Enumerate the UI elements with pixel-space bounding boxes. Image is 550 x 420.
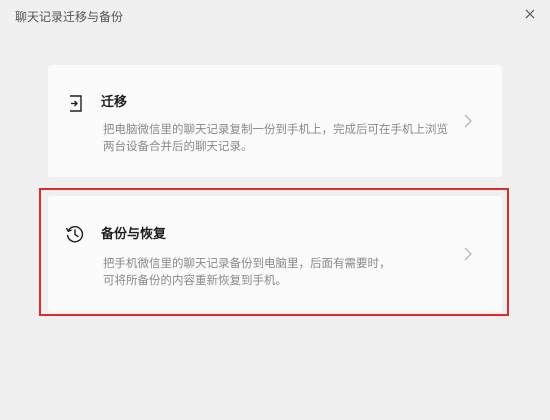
backup-restore-description: 把手机微信里的聊天记录备份到电脑里，后面有需要时， 可将所备份的内容重新恢复到手… [103,255,458,289]
backup-restore-description-line: 把手机微信里的聊天记录备份到电脑里，后面有需要时， [103,256,391,270]
close-icon [525,9,535,19]
backup-restore-description-line: 可将所备份的内容重新恢复到手机。 [103,273,287,287]
backup-restore-option[interactable]: 备份与恢复 把手机微信里的聊天记录备份到电脑里，后面有需要时， 可将所备份的内容… [48,196,502,312]
backup-restore-icon [64,223,86,245]
backup-restore-title: 备份与恢复 [101,227,167,242]
window-title: 聊天记录迁移与备份 [15,10,124,24]
migrate-title: 迁移 [101,95,128,110]
migrate-description: 把电脑微信里的聊天记录复制一份到手机上，完成后可在手机上浏览两台设备合并后的聊天… [103,122,448,153]
migrate-icon [64,92,86,114]
close-button[interactable] [519,3,541,25]
chevron-right-icon [462,245,474,263]
migrate-option[interactable]: 迁移 把电脑微信里的聊天记录复制一份到手机上，完成后可在手机上浏览两台设备合并后… [48,65,502,177]
chevron-right-icon [462,112,474,130]
